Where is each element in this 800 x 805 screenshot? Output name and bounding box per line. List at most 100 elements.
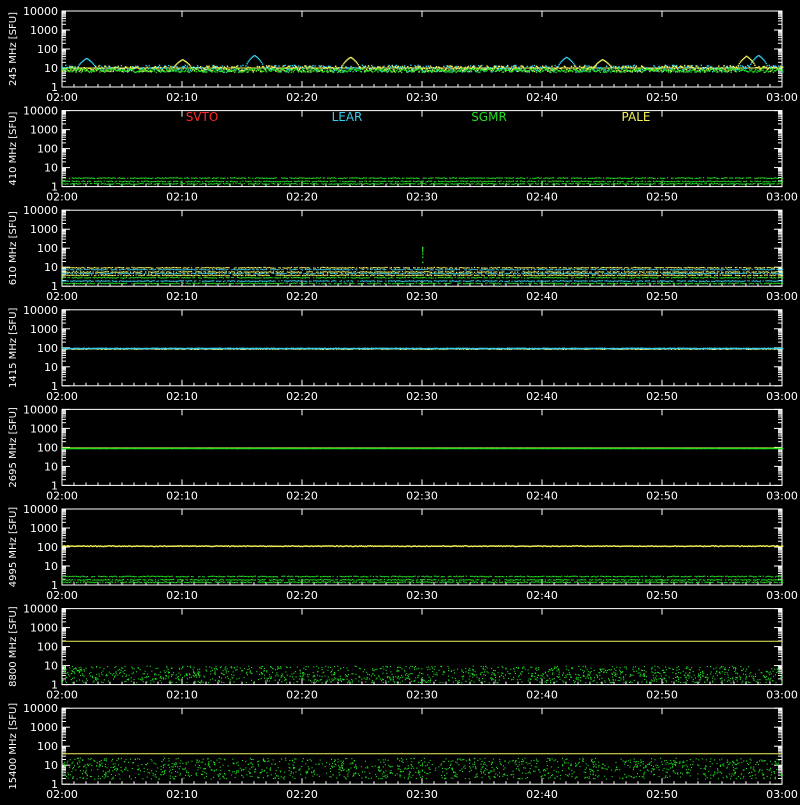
data-point [474, 272, 475, 273]
data-point [564, 70, 565, 71]
data-point [728, 272, 729, 273]
data-point [413, 181, 414, 182]
data-point [711, 271, 712, 272]
data-point [234, 268, 235, 269]
data-point [123, 181, 124, 182]
data-point [613, 178, 614, 179]
data-point [503, 267, 504, 268]
data-point [760, 178, 761, 179]
data-point [450, 272, 451, 273]
data-point [308, 271, 309, 272]
data-point [528, 183, 529, 184]
data-point [603, 69, 604, 70]
data-point [163, 181, 164, 182]
data-point [584, 271, 585, 272]
data-point [777, 271, 778, 272]
data-point [314, 65, 315, 66]
data-point [124, 178, 125, 179]
data-point [510, 68, 511, 69]
data-point [584, 183, 585, 184]
data-point [366, 177, 367, 178]
data-point [463, 177, 464, 178]
data-point [727, 268, 728, 269]
data-point [509, 181, 510, 182]
data-point [442, 271, 443, 272]
data-point [104, 267, 105, 268]
data-point [145, 177, 146, 178]
data-point [616, 272, 617, 273]
data-point [296, 68, 297, 69]
data-point [469, 183, 470, 184]
data-point [235, 181, 236, 182]
data-point [388, 66, 389, 67]
data-point [379, 66, 380, 67]
data-point [714, 181, 715, 182]
data-point [696, 181, 697, 182]
data-point [599, 184, 600, 185]
data-point [429, 68, 430, 69]
data-point [419, 181, 420, 182]
data-point [116, 181, 117, 182]
data-point [174, 69, 175, 70]
data-point [693, 183, 694, 184]
x-tick-label: 02:00 [46, 91, 78, 104]
data-point [341, 66, 342, 67]
data-point [596, 177, 597, 178]
data-point [401, 72, 402, 73]
x-tick-label: 02:30 [406, 191, 438, 204]
data-point [213, 183, 214, 184]
data-point [218, 67, 219, 68]
data-point [245, 272, 246, 273]
data-point [724, 71, 725, 72]
data-point [529, 70, 530, 71]
data-point [94, 68, 95, 69]
data-point [697, 181, 698, 182]
data-point [242, 181, 243, 182]
data-point [495, 271, 496, 272]
data-point [330, 184, 331, 185]
data-point [768, 267, 769, 268]
data-point [552, 177, 553, 178]
data-point [210, 183, 211, 184]
data-point [768, 68, 769, 69]
data-point [661, 183, 662, 184]
data-point [499, 178, 500, 179]
data-point [749, 267, 750, 268]
data-point [169, 177, 170, 178]
data-point [580, 268, 581, 269]
data-point [507, 181, 508, 182]
data-point [93, 64, 94, 65]
data-point [728, 181, 729, 182]
data-point [306, 67, 307, 68]
data-point [521, 177, 522, 178]
data-point [342, 183, 343, 184]
data-point [322, 70, 323, 71]
data-point [763, 184, 764, 185]
data-point [284, 181, 285, 182]
data-point [335, 181, 336, 182]
data-point [770, 178, 771, 179]
data-point [227, 183, 228, 184]
data-point [105, 267, 106, 268]
data-point [177, 267, 178, 268]
data-point [402, 271, 403, 272]
data-point [106, 184, 107, 185]
data-point [299, 183, 300, 184]
data-point [639, 271, 640, 272]
data-point [540, 71, 541, 72]
data-point [697, 178, 698, 179]
data-point [634, 184, 635, 185]
data-point [577, 177, 578, 178]
data-point [220, 268, 221, 269]
data-point [263, 67, 264, 68]
data-point [276, 181, 277, 182]
data-point [234, 275, 235, 276]
data-point [294, 178, 295, 179]
data-point [625, 66, 626, 67]
data-point [722, 181, 723, 182]
data-point [362, 65, 363, 66]
data-point [265, 178, 266, 179]
data-point [369, 68, 370, 69]
data-point [686, 271, 687, 272]
data-point [138, 71, 139, 72]
